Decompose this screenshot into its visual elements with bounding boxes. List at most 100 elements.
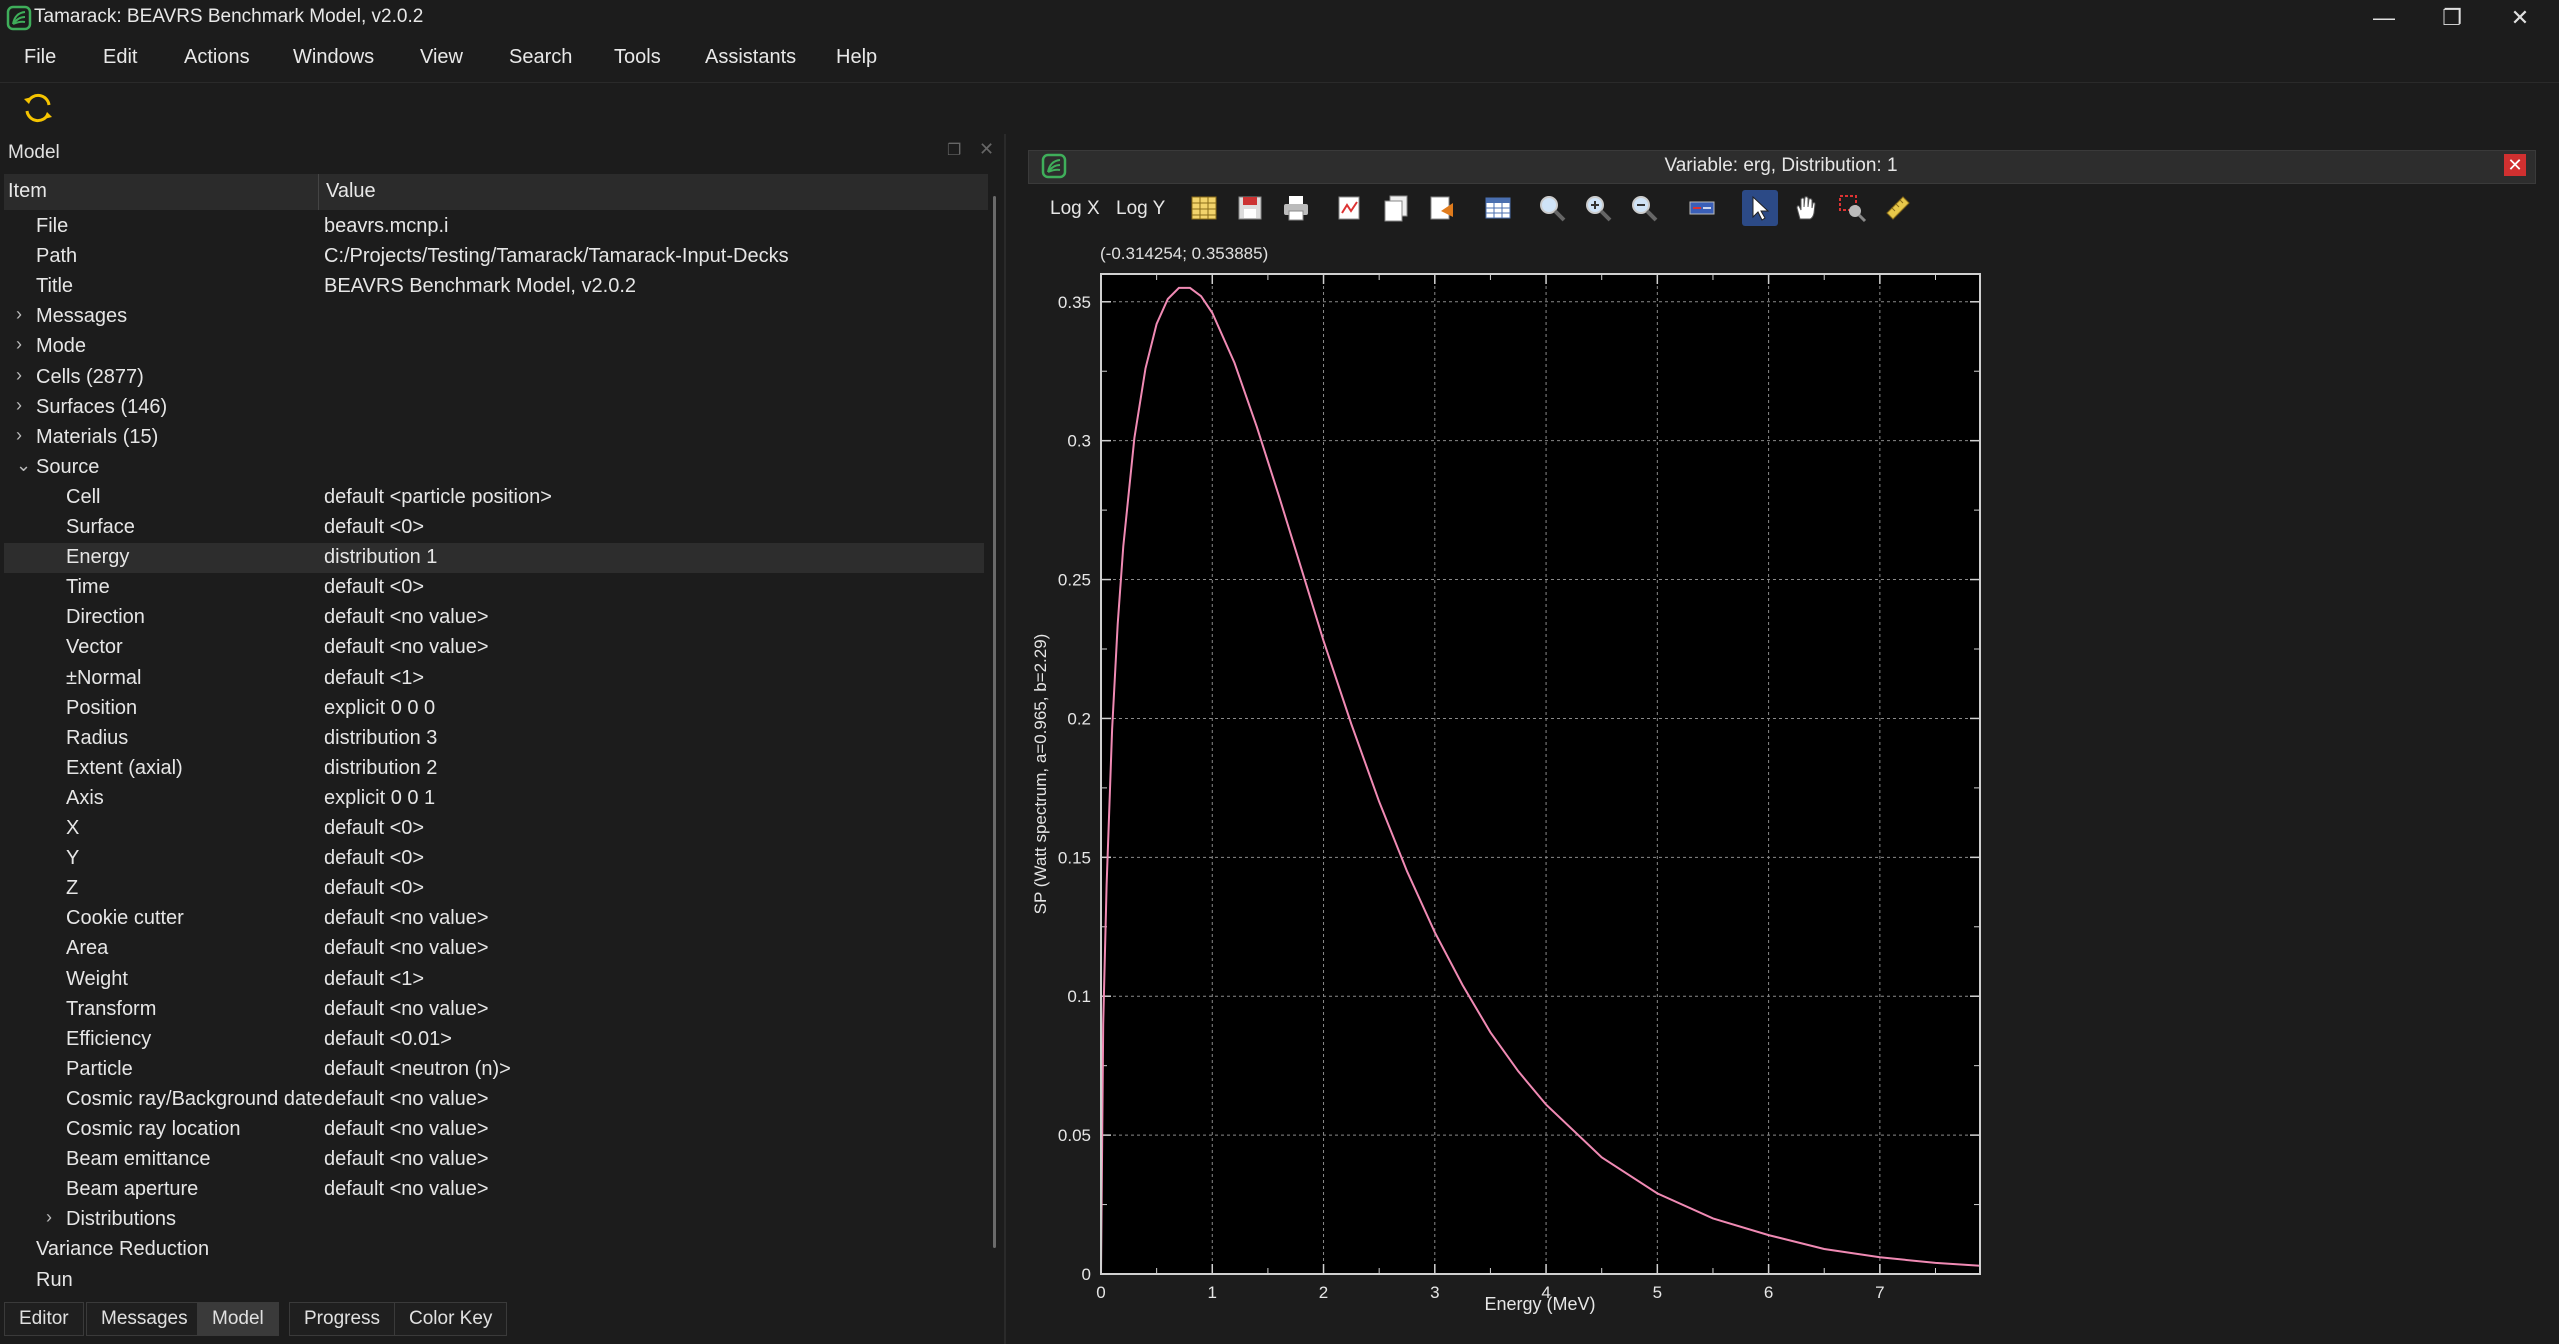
- table-icon[interactable]: [1186, 190, 1222, 226]
- menu-actions[interactable]: Actions: [184, 46, 250, 69]
- tree-row[interactable]: Xdefault <0>: [4, 814, 984, 844]
- tree-row[interactable]: › Surfaces (146): [4, 393, 984, 423]
- pan-hand-icon[interactable]: [1788, 190, 1824, 226]
- chevron-right-icon[interactable]: ›: [16, 304, 22, 325]
- tab-messages[interactable]: Messages: [86, 1302, 203, 1336]
- legend-icon[interactable]: [1684, 190, 1720, 226]
- tree-row[interactable]: Extent (axial) distribution 2: [4, 754, 984, 784]
- pointer-icon[interactable]: [1742, 190, 1778, 226]
- chevron-right-icon[interactable]: ›: [16, 334, 22, 355]
- chevron-right-icon[interactable]: ›: [16, 365, 22, 386]
- plot-area: [1101, 274, 1980, 1274]
- zoom-box-icon[interactable]: [1834, 190, 1870, 226]
- menu-windows[interactable]: Windows: [293, 46, 374, 69]
- tree-row[interactable]: › Messages: [4, 302, 984, 332]
- tree-row[interactable]: Axis explicit 0 0 1: [4, 784, 984, 814]
- tree-row[interactable]: Beam aperture default <no value>: [4, 1175, 984, 1205]
- float-panel-icon[interactable]: ❐: [947, 140, 961, 160]
- energy-distribution-chart[interactable]: 0 1 2 3 4 5 6 700.050.10.150.20.250.30.35 Energ…: [1026, 264, 2536, 1324]
- minimize-button[interactable]: —: [2352, 0, 2416, 36]
- tree-item-label: Beam aperture: [66, 1178, 199, 1201]
- tree-item-label: Cell: [66, 485, 101, 508]
- tree-row[interactable]: Run: [4, 1266, 984, 1296]
- menu-file[interactable]: File: [24, 46, 56, 69]
- tab-model[interactable]: Model: [197, 1302, 279, 1336]
- tree-row[interactable]: ±Normal default <1>: [4, 664, 984, 694]
- tree-row[interactable]: › Mode: [4, 332, 984, 362]
- tree-row[interactable]: Cell default <particle position>: [4, 483, 984, 513]
- tree-item-value: explicit 0 0 1: [324, 786, 436, 809]
- tree-row[interactable]: Cookie cutter default <no value>: [4, 904, 984, 934]
- tree-item-label: Cookie cutter: [66, 907, 184, 930]
- tree-row[interactable]: Variance Reduction: [4, 1235, 984, 1265]
- restore-button[interactable]: ❐: [2420, 0, 2484, 36]
- column-header-item[interactable]: Item: [8, 180, 47, 203]
- tab-progress[interactable]: Progress: [289, 1302, 396, 1336]
- chevron-right-icon[interactable]: ›: [16, 395, 22, 416]
- close-window-button[interactable]: ✕: [2488, 0, 2552, 36]
- tree-row[interactable]: Path C:/Projects/Testing/Tamarack/Tamarac…: [4, 242, 984, 272]
- tree-row[interactable]: Zdefault <0>: [4, 874, 984, 904]
- tree-scrollbar[interactable]: [993, 196, 996, 1248]
- refresh-icon[interactable]: [20, 90, 56, 126]
- menu-assistants[interactable]: Assistants: [705, 46, 796, 69]
- tree-row[interactable]: Vector default <no value>: [4, 633, 984, 663]
- print-icon[interactable]: [1278, 190, 1314, 226]
- copy-icon[interactable]: [1378, 190, 1414, 226]
- export-data-icon[interactable]: [1424, 190, 1460, 226]
- tree-item-label: Position: [66, 696, 138, 719]
- zoom-out-icon[interactable]: [1626, 190, 1662, 226]
- tree-row[interactable]: Area default <no value>: [4, 934, 984, 964]
- tree-row[interactable]: Efficiency default <0.01>: [4, 1025, 984, 1055]
- tree-row[interactable]: Ydefault <0>: [4, 844, 984, 874]
- grid-icon[interactable]: [1480, 190, 1516, 226]
- log-y-button[interactable]: Log Y: [1116, 198, 1165, 220]
- zoom-in-icon[interactable]: [1580, 190, 1616, 226]
- tree-row[interactable]: File beavrs.mcnp.i: [4, 212, 984, 242]
- tree-row[interactable]: Time default <0>: [4, 573, 984, 603]
- column-divider[interactable]: [318, 174, 319, 210]
- tree-row[interactable]: › Materials (15): [4, 423, 984, 453]
- tree-item-label: Direction: [66, 606, 145, 629]
- x-tick-label: 6: [1764, 1283, 1773, 1302]
- chevron-right-icon[interactable]: ›: [16, 425, 22, 446]
- tree-row[interactable]: Beam emittance default <no value>: [4, 1145, 984, 1175]
- tree-item-label: Extent (axial): [66, 756, 183, 779]
- tree-row[interactable]: › Cells (2877): [4, 363, 984, 393]
- menu-tools[interactable]: Tools: [614, 46, 661, 69]
- menu-search[interactable]: Search: [509, 46, 572, 69]
- log-x-button[interactable]: Log X: [1050, 198, 1100, 220]
- plot-close-button[interactable]: ✕: [2504, 154, 2526, 176]
- tree-row[interactable]: Weight default <1>: [4, 965, 984, 995]
- tree-row[interactable]: Position explicit 0 0 0: [4, 694, 984, 724]
- chevron-down-icon[interactable]: ⌄: [16, 455, 31, 476]
- tree-row[interactable]: › Distributions: [4, 1205, 984, 1235]
- tree-row[interactable]: Particle default <neutron (n)>: [4, 1055, 984, 1085]
- y-tick-label: 0.15: [1058, 848, 1091, 867]
- tree-item-label: File: [36, 215, 69, 237]
- save-icon[interactable]: [1232, 190, 1268, 226]
- tree-row[interactable]: Surface default <0>: [4, 513, 984, 543]
- tree-row[interactable]: Title BEAVRS Benchmark Model, v2.0.2: [4, 272, 984, 302]
- tree-row[interactable]: Cosmic ray/Background date default <no va…: [4, 1085, 984, 1115]
- tree-row[interactable]: Cosmic ray location default <no value>: [4, 1115, 984, 1145]
- tree-row[interactable]: Direction default <no value>: [4, 603, 984, 633]
- tab-editor[interactable]: Editor: [4, 1302, 84, 1336]
- column-header-value[interactable]: Value: [326, 180, 376, 203]
- chevron-right-icon[interactable]: ›: [46, 1207, 52, 1228]
- menu-help[interactable]: Help: [836, 46, 877, 69]
- menu-edit[interactable]: Edit: [103, 46, 137, 69]
- tree-row[interactable]: Energy distribution 1: [4, 543, 984, 574]
- tree-item-label: Radius: [66, 726, 129, 749]
- tab-color-key[interactable]: Color Key: [394, 1302, 508, 1336]
- tree-row[interactable]: ⌄ Source: [4, 453, 984, 483]
- tree-row[interactable]: Radius distribution 3: [4, 724, 984, 754]
- export-image-icon[interactable]: [1332, 190, 1368, 226]
- zoom-icon[interactable]: [1534, 190, 1570, 226]
- tree-row[interactable]: Transform default <no value>: [4, 995, 984, 1025]
- tree-item-value: BEAVRS Benchmark Model, v2.0.2: [324, 275, 636, 298]
- close-panel-icon[interactable]: ✕: [979, 139, 994, 160]
- panel-splitter[interactable]: [1004, 134, 1006, 1344]
- ruler-icon[interactable]: [1880, 190, 1916, 226]
- menu-view[interactable]: View: [420, 46, 463, 69]
